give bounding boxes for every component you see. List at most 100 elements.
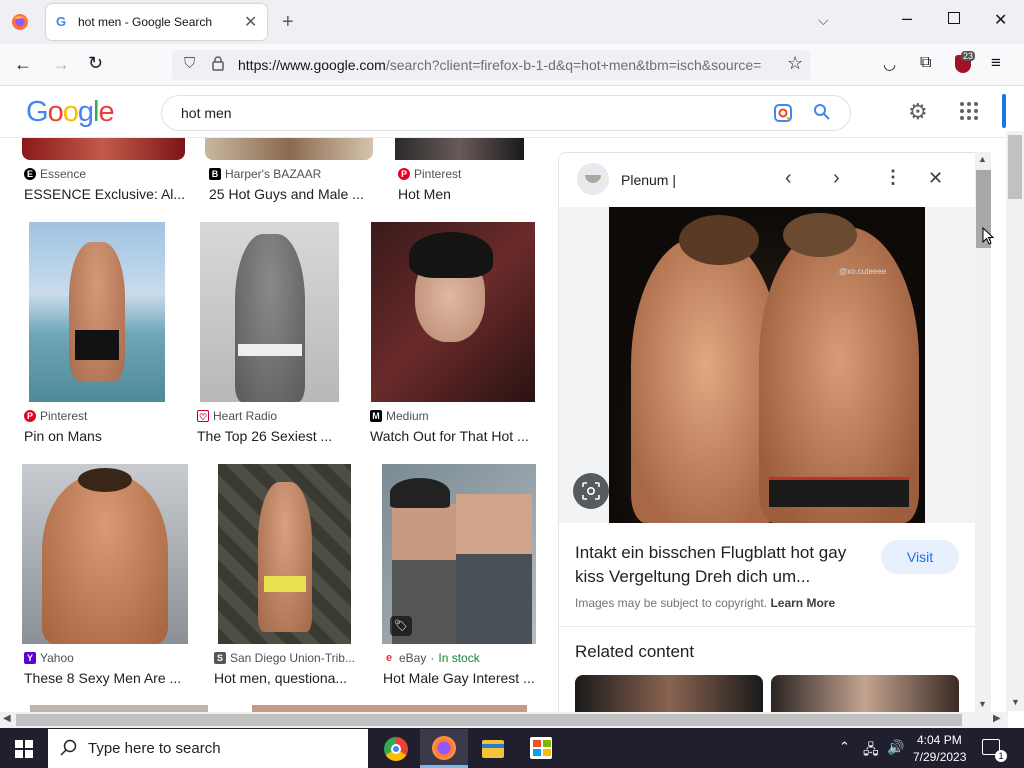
extension-badge: 23	[961, 51, 976, 61]
maximize-icon[interactable]	[948, 12, 960, 24]
scroll-right-icon[interactable]: ▶	[993, 713, 1001, 724]
new-tab-icon[interactable]: +	[282, 11, 294, 34]
result-title[interactable]: Pin on Mans	[24, 428, 184, 444]
related-image[interactable]	[575, 675, 763, 712]
result-image[interactable]	[218, 464, 351, 644]
lens-icon[interactable]	[773, 103, 793, 123]
copyright-text: Images may be subject to copyright.	[575, 596, 768, 610]
show-hidden-icons-chevron-icon[interactable]: ⌃	[839, 739, 850, 755]
store-icon[interactable]	[530, 737, 552, 759]
related-image[interactable]	[771, 675, 959, 712]
image-figure	[390, 478, 450, 508]
file-explorer-icon[interactable]	[482, 740, 504, 758]
image-preview-panel: Plenum | ‹ › ⋮ ✕ @xo.cuteeee Intakt ein …	[558, 152, 976, 712]
forward-icon[interactable]: →	[52, 54, 70, 75]
source-name: Essence	[40, 167, 87, 181]
page-scrollbar[interactable]	[1006, 131, 1024, 711]
result-image[interactable]	[30, 705, 208, 712]
result-image[interactable]	[22, 138, 185, 160]
minimize-icon[interactable]: –	[902, 8, 912, 29]
extensions-icon[interactable]: ⧉	[920, 54, 931, 72]
result-title[interactable]: Hot Men	[398, 186, 538, 202]
result-title[interactable]: Hot Male Gay Interest ...	[383, 670, 538, 686]
logo-letter: o	[47, 96, 64, 128]
shopping-tag-icon: 🏷	[390, 616, 412, 636]
network-icon[interactable]: 🖧	[863, 739, 879, 763]
preview-title[interactable]: Intakt ein bisschen Flugblatt hot gay kis…	[575, 541, 875, 589]
source-name: Yahoo	[40, 651, 74, 665]
result-title[interactable]: The Top 26 Sexiest ...	[197, 428, 347, 444]
settings-gear-icon[interactable]: ⚙	[908, 99, 928, 125]
result-image[interactable]	[252, 705, 527, 712]
clock-date[interactable]: 7/29/2023	[913, 750, 966, 764]
learn-more-link[interactable]: Learn More	[770, 596, 835, 610]
windows-start-icon[interactable]	[15, 740, 33, 758]
union-tribune-favicon-icon: S	[214, 652, 226, 664]
more-options-icon[interactable]: ⋮	[884, 167, 902, 188]
next-image-chevron-icon[interactable]: ›	[833, 167, 840, 190]
volume-icon[interactable]: 🔊	[887, 739, 904, 756]
preview-image[interactable]: @xo.cuteeee	[609, 207, 925, 523]
image-figure	[75, 330, 119, 360]
horizontal-scroll-thumb[interactable]	[16, 714, 962, 726]
firefox-icon[interactable]	[10, 12, 30, 32]
list-tabs-chevron-icon[interactable]: ⌵	[818, 12, 829, 29]
result-title[interactable]: Hot men, questiona...	[214, 670, 354, 686]
result-source: P Pinterest	[24, 409, 87, 423]
pocket-icon[interactable]: ◡	[883, 55, 896, 73]
chrome-icon[interactable]	[384, 737, 408, 761]
result-source: e eBay · In stock	[383, 651, 480, 665]
image-figure	[456, 494, 532, 644]
image-figure	[69, 242, 125, 382]
google-apps-icon[interactable]	[960, 102, 978, 120]
visit-button[interactable]: Visit	[881, 540, 959, 574]
back-icon[interactable]: ←	[14, 54, 32, 75]
url-host: https://www.google.com	[238, 57, 386, 73]
clock-time[interactable]: 4:04 PM	[917, 733, 962, 747]
scroll-left-icon[interactable]: ◀	[3, 713, 11, 724]
result-image[interactable]: 🏷	[382, 464, 536, 644]
image-figure	[42, 474, 168, 644]
taskbar-search-placeholder: Type here to search	[88, 740, 221, 757]
active-tab[interactable]: G hot men - Google Search ✕	[46, 4, 267, 40]
result-image[interactable]	[200, 222, 339, 402]
pinterest-favicon-icon: P	[398, 168, 410, 180]
result-image[interactable]	[22, 464, 188, 644]
page-scroll-down-icon[interactable]: ▼	[1011, 697, 1020, 707]
result-title[interactable]: ESSENCE Exclusive: Al...	[24, 186, 184, 202]
sign-in-button-edge[interactable]	[1002, 94, 1006, 128]
divider	[559, 626, 976, 627]
close-window-icon[interactable]: ✕	[994, 10, 1007, 30]
visual-search-button[interactable]	[573, 473, 609, 509]
lock-icon[interactable]	[212, 56, 224, 71]
image-figure	[769, 477, 909, 507]
search-input[interactable]: hot men	[181, 105, 232, 121]
menu-icon[interactable]: ≡	[991, 53, 1001, 73]
yahoo-favicon-icon: Y	[24, 652, 36, 664]
close-tab-icon[interactable]: ✕	[244, 12, 257, 32]
page-scroll-thumb[interactable]	[1008, 135, 1022, 199]
result-image[interactable]	[371, 222, 535, 402]
image-watermark: @xo.cuteeee	[839, 267, 887, 276]
result-title[interactable]: 25 Hot Guys and Male ...	[209, 186, 369, 202]
scroll-up-icon[interactable]: ▲	[978, 154, 987, 164]
result-title[interactable]: These 8 Sexy Men Are ...	[24, 670, 184, 686]
logo-letter: e	[98, 96, 114, 128]
search-box[interactable]	[161, 95, 851, 131]
previous-image-chevron-icon[interactable]: ‹	[785, 167, 792, 190]
search-icon[interactable]	[813, 103, 833, 123]
bookmark-star-icon[interactable]: ☆	[787, 53, 803, 74]
result-image[interactable]	[29, 222, 165, 402]
reload-icon[interactable]: ↻	[88, 53, 103, 74]
result-source: B Harper's BAZAAR	[209, 167, 321, 181]
result-title[interactable]: Watch Out for That Hot ...	[370, 428, 538, 444]
result-image[interactable]	[205, 138, 373, 160]
google-logo[interactable]: Google	[26, 96, 115, 129]
close-preview-icon[interactable]: ✕	[928, 168, 943, 189]
shield-icon[interactable]: ⛉	[184, 55, 195, 72]
source-name: Medium	[386, 409, 429, 423]
preview-site-name[interactable]: Plenum |	[621, 172, 676, 188]
result-source: Y Yahoo	[24, 651, 74, 665]
result-image[interactable]	[395, 138, 524, 160]
scroll-down-icon[interactable]: ▼	[978, 699, 987, 709]
